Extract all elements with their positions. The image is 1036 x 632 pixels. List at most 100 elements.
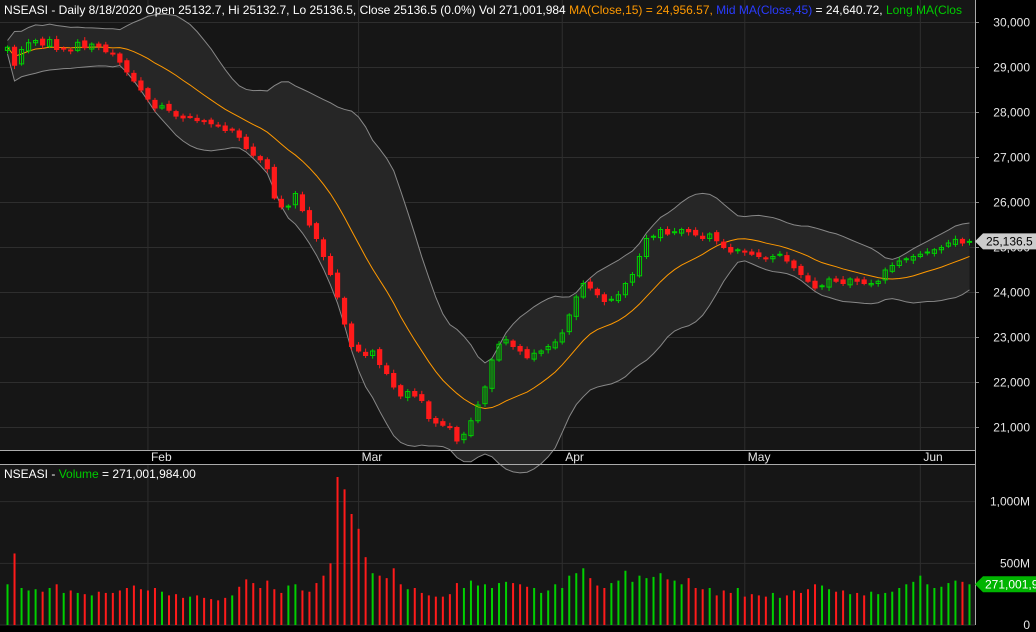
volume-bar xyxy=(266,580,269,625)
candle-body xyxy=(777,253,783,256)
volume-bar xyxy=(863,595,866,625)
volume-bar xyxy=(455,583,458,625)
candle-body xyxy=(341,297,348,325)
volume-bar xyxy=(954,580,957,625)
volume-bar xyxy=(308,591,311,625)
volume-bar xyxy=(821,585,824,625)
candle-body xyxy=(222,125,228,131)
candle-body xyxy=(363,351,369,357)
candle-body xyxy=(728,247,734,253)
volume-bar xyxy=(589,578,592,625)
candle-body xyxy=(791,260,797,269)
candle-body xyxy=(313,223,320,239)
volume-bar xyxy=(785,595,788,625)
volume-bar xyxy=(603,588,606,625)
volume-bar xyxy=(83,594,86,625)
candle-body xyxy=(749,251,755,255)
volume-bar xyxy=(792,590,795,625)
volume-bar xyxy=(118,590,121,625)
candle-body xyxy=(348,323,355,347)
candle-body xyxy=(784,255,790,262)
candle-body xyxy=(735,249,741,252)
candle-body xyxy=(742,250,748,253)
volume-bar xyxy=(554,584,557,625)
volume-bar xyxy=(385,578,388,625)
candle-body xyxy=(201,120,207,123)
volume-bar xyxy=(624,570,627,625)
volume-bar xyxy=(940,586,943,625)
candle-body xyxy=(306,210,313,226)
volume-bar xyxy=(476,585,479,625)
volume-bar xyxy=(41,591,44,625)
candle-body xyxy=(721,241,727,249)
price-tick-label: 26,000 xyxy=(993,196,1030,210)
price-volume-chart: 21,00022,00023,00024,00025,00026,00027,0… xyxy=(0,0,1036,632)
volume-bar xyxy=(146,590,149,625)
volume-bar xyxy=(259,588,262,625)
volume-bar xyxy=(736,588,739,625)
volume-bar xyxy=(420,592,423,625)
price-tick-label: 27,000 xyxy=(993,151,1030,165)
candle-body xyxy=(398,385,404,397)
volume-bar xyxy=(701,589,704,625)
volume-bar xyxy=(961,581,964,625)
candle-body xyxy=(693,229,699,236)
volume-bar xyxy=(210,599,213,625)
volume-bar xyxy=(799,592,802,625)
volume-bar xyxy=(434,596,437,625)
candle-body xyxy=(650,235,657,238)
last-volume-label: 271,001,9 xyxy=(985,577,1036,591)
candle-body xyxy=(384,365,390,375)
month-label: Apr xyxy=(565,450,584,464)
volume-legend-value: = 271,001,984.00 xyxy=(98,467,196,481)
candle-body xyxy=(145,88,151,100)
candle-body xyxy=(756,252,762,257)
volume-bar xyxy=(406,589,409,625)
volume-bar xyxy=(582,568,585,625)
candle-body xyxy=(819,285,825,288)
volume-bar xyxy=(34,589,37,625)
candle-body xyxy=(117,53,123,63)
volume-bar xyxy=(877,594,880,625)
volume-bar xyxy=(364,557,367,625)
legend-info: - Daily 8/18/2020 Open 25132.7, Hi 25132… xyxy=(48,3,566,17)
candle-body xyxy=(320,239,327,258)
volume-bar xyxy=(238,586,241,625)
candle-body xyxy=(82,40,88,49)
month-label: Mar xyxy=(362,450,383,464)
price-tick-label: 30,000 xyxy=(993,16,1030,30)
volume-bar xyxy=(491,588,494,625)
volume-bar xyxy=(596,585,599,625)
volume-bar xyxy=(224,597,227,625)
volume-bar xyxy=(168,595,171,625)
candle-body xyxy=(377,349,383,365)
legend-ma-short: MA(Close,15) = 24,956.57, xyxy=(569,3,713,17)
volume-bar xyxy=(104,592,107,625)
volume-bar xyxy=(483,584,486,625)
volume-bar xyxy=(512,583,515,625)
candle-body xyxy=(40,38,46,46)
volume-bar xyxy=(441,596,444,625)
candle-body xyxy=(664,229,671,235)
volume-bar xyxy=(919,575,922,625)
volume-bar xyxy=(540,592,543,625)
volume-bar xyxy=(153,588,156,625)
volume-bar xyxy=(891,591,894,625)
volume-bar xyxy=(610,583,613,625)
volume-bar xyxy=(196,595,199,625)
candle-body xyxy=(686,229,692,233)
volume-bar xyxy=(48,588,51,625)
volume-bar xyxy=(469,580,472,625)
volume-bar xyxy=(842,590,845,625)
candle-body xyxy=(187,116,193,119)
candle-body xyxy=(215,124,221,127)
last-price-label: 25,136.5 xyxy=(986,234,1033,248)
volume-bar xyxy=(13,553,16,625)
candle-body xyxy=(903,258,909,261)
candle-body xyxy=(152,99,158,109)
volume-bar xyxy=(252,583,255,625)
volume-bar xyxy=(743,596,746,625)
volume-bar xyxy=(708,588,711,625)
volume-bar xyxy=(659,573,662,625)
volume-bar xyxy=(315,583,318,625)
